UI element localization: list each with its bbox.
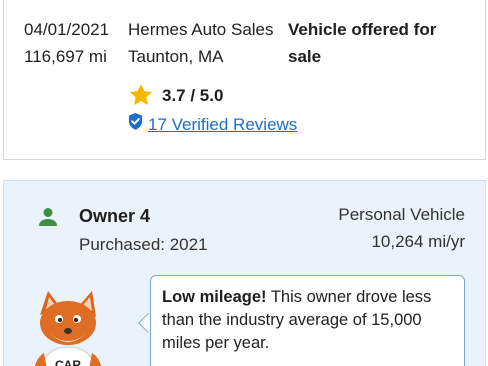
tip-line2: than the industry average of 15,000 [162, 311, 422, 329]
event-description-line2: sale [288, 47, 322, 66]
tip-bubble: Low mileage! This owner drove less than … [150, 275, 465, 366]
tip-line3: miles per year. [162, 334, 270, 352]
dealer-rating: 3.7 / 5.0 [162, 86, 224, 105]
star-icon [129, 83, 153, 105]
mascot-shirt-text: CAR [55, 358, 81, 366]
owner-miles-per-year: 10,264 mi/yr [371, 232, 465, 251]
dealer-location: Taunton, MA [128, 47, 224, 66]
entry-mileage: 116,697 mi [24, 47, 107, 66]
person-icon [39, 208, 57, 226]
tip-lead: Low mileage! [162, 288, 267, 306]
entry-date: 04/01/2021 [24, 20, 110, 39]
tip-line1: This owner drove less [266, 288, 432, 306]
dealer-name: Hermes Auto Sales [128, 20, 274, 39]
owner-title: Owner 4 [79, 206, 151, 226]
event-description-line1: Vehicle offered for [288, 20, 437, 39]
fox-mascot-icon: CAR [35, 291, 101, 366]
verified-reviews-link[interactable]: 17 Verified Reviews [148, 111, 297, 138]
owner-purchased: Purchased: 2021 [79, 235, 208, 254]
owner-vehicle-type: Personal Vehicle [338, 205, 465, 224]
verified-shield-icon [128, 113, 143, 130]
